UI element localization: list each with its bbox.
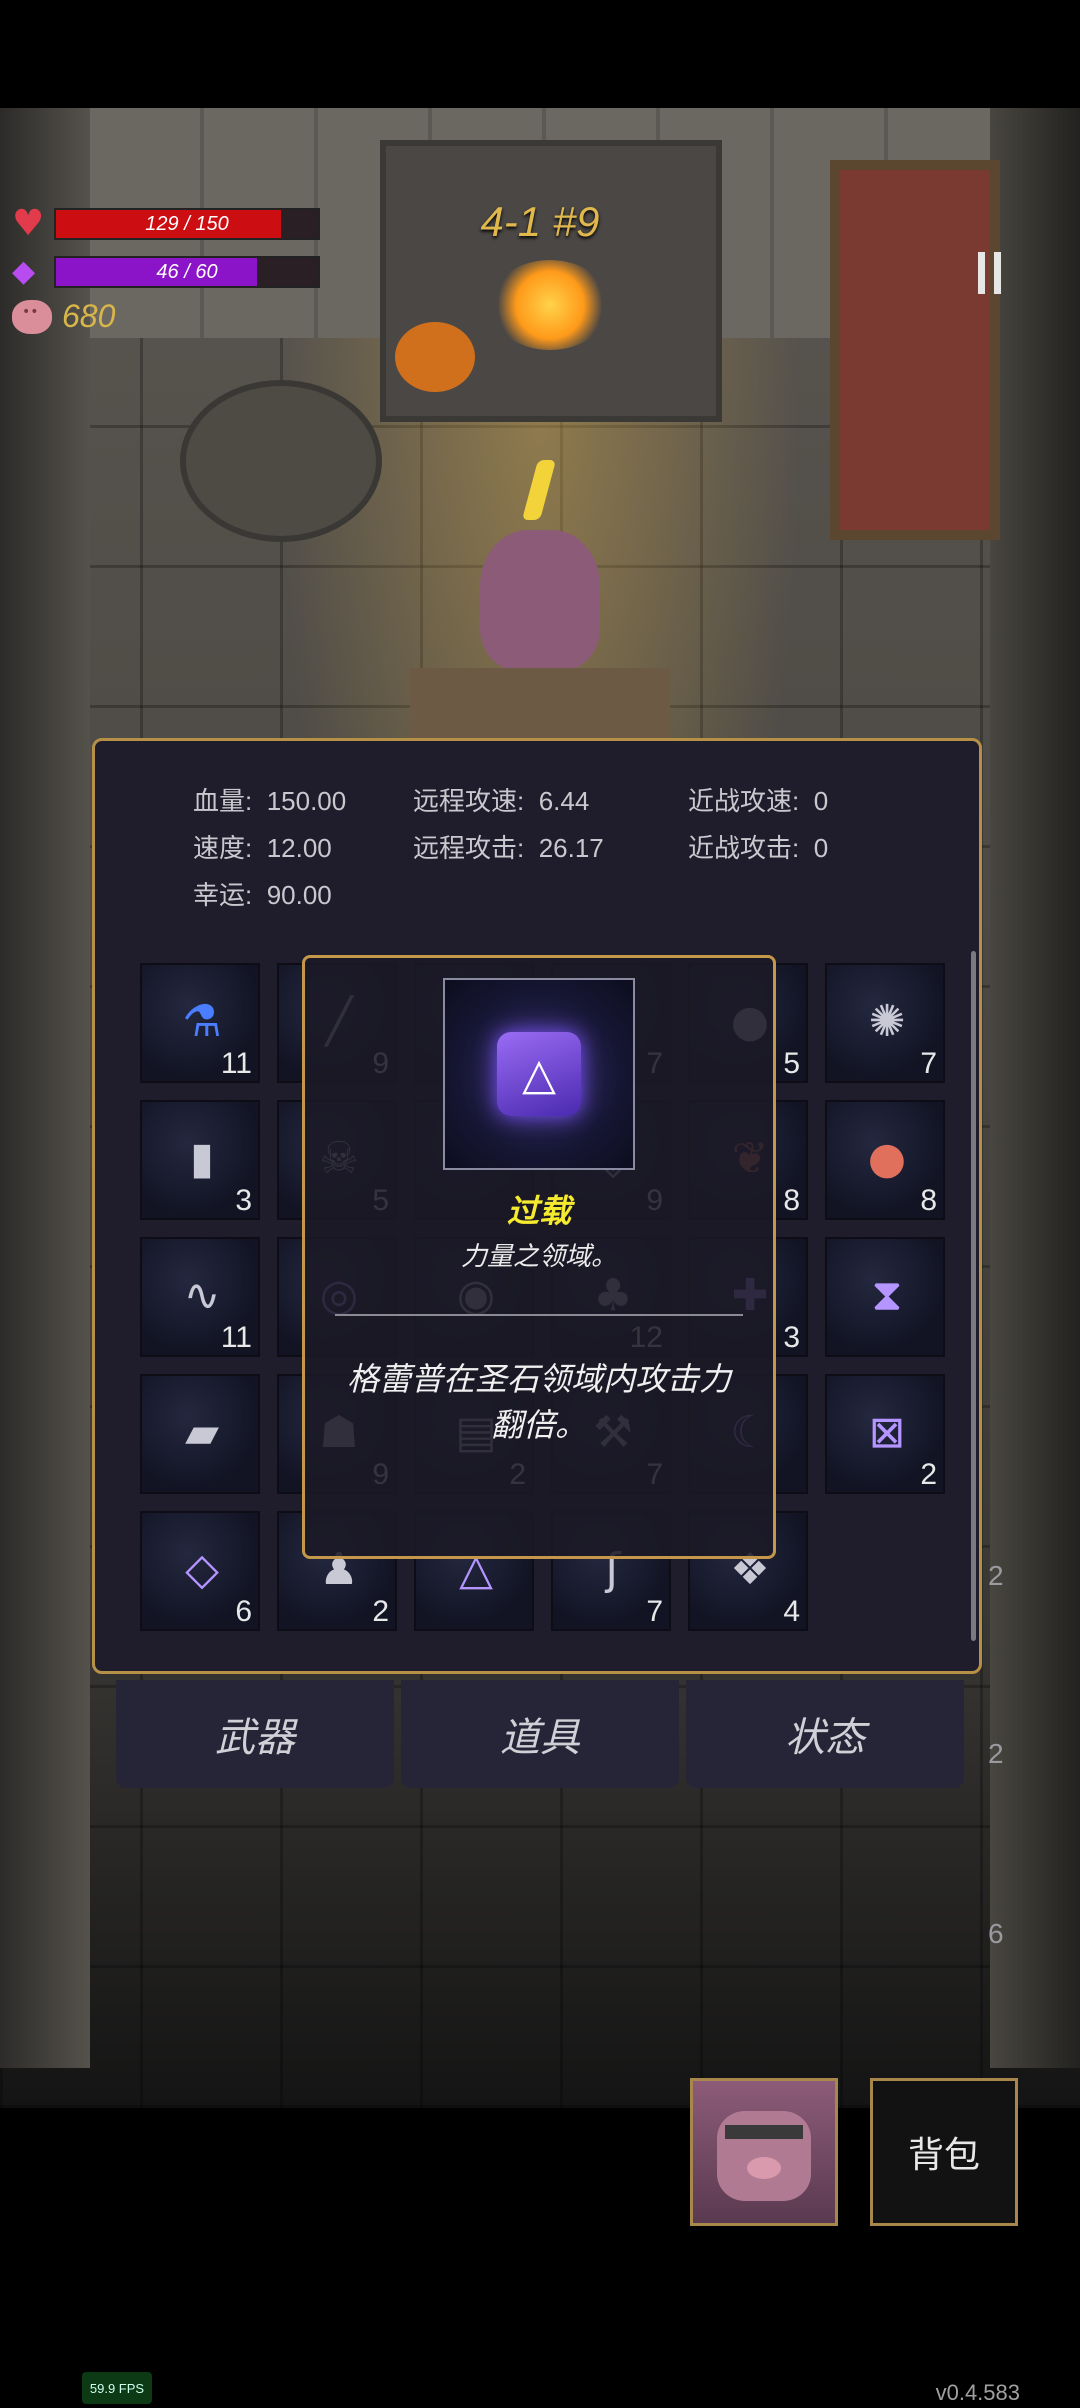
stat-ranged-speed: 远程攻速: 6.44 [413,786,590,816]
pig-portrait-icon [717,2111,811,2201]
slot-count: 8 [783,1184,800,1217]
inventory-scrollbar[interactable] [971,951,976,1641]
stat-melee-speed: 近战攻速: 0 [688,786,829,816]
fire [490,260,610,350]
stat-hp: 血量: 150.00 [193,786,347,816]
slot-count: 7 [646,1595,663,1628]
backpack-button[interactable]: 背包 [870,2078,1018,2226]
tooltip-divider [335,1314,743,1316]
blue-potion-icon: ⚗ [182,995,222,1047]
mp-bar: 46 / 60 [54,256,320,288]
character-portrait-button[interactable] [690,2078,838,2226]
level-label: 4-1 #9 [480,198,600,245]
bed [830,160,1000,540]
hp-row: 129 / 150 [12,208,320,240]
slot-count: 11 [220,1047,252,1080]
tooltip-description: 格蕾普在圣石领域内攻击力翻倍。 [346,1360,731,1444]
hp-text: 129 / 150 [145,213,229,235]
item-tooltip: △ 过载 力量之领域。 格蕾普在圣石领域内攻击力翻倍。 [302,955,776,1559]
diamond-rune-icon: ◇ [185,1543,219,1595]
tab-status[interactable]: 状态 [686,1680,964,1788]
pumpkin [395,322,475,392]
tooltip-item-name: 过载 [506,1192,571,1230]
gold-row: 680 [12,298,115,335]
slot-count: 11 [220,1321,252,1354]
tentacle-icon: ✺ [868,995,906,1047]
heart-icon [12,208,44,240]
shop-counter [410,668,670,738]
tab-weapon[interactable]: 武器 [116,1680,394,1788]
inventory-slot[interactable]: ⧗ [825,1237,945,1357]
stat-luck: 幸运: 90.00 [193,880,332,910]
inventory-slot[interactable]: ∿ 11 [140,1237,260,1357]
slot-count: 2 [372,1595,389,1628]
right-wall [990,108,1080,2068]
stat-speed: 速度: 12.00 [193,833,332,863]
triangle-rune-icon: △ [497,1032,581,1116]
slot-count: 5 [783,1047,800,1080]
hp-bar: 129 / 150 [54,208,320,240]
slot-count: 3 [235,1184,252,1217]
tab-items[interactable]: 道具 [401,1680,679,1788]
slot-count: 4 [783,1595,800,1628]
inventory-slot[interactable]: ▮ 3 [140,1100,260,1220]
cross-rune-icon: ⊠ [868,1406,906,1458]
stat-melee-attack: 近战攻击: 0 [688,833,829,863]
version-label: v0.4.583 [935,2380,1020,2405]
inventory-slot[interactable]: ✺ 7 [825,963,945,1083]
tablet-icon: ▮ [189,1132,215,1184]
tooltip-icon-frame: △ [443,978,635,1170]
stat-ranged-attack: 远程攻击: 26.17 [413,833,604,863]
pause-icon [978,252,985,294]
mp-row: 46 / 60 [12,256,320,288]
hourglass-rune-icon: ⧗ [871,1269,903,1321]
left-wall [0,108,90,2068]
inventory-slot[interactable]: ● 8 [825,1100,945,1220]
apple-icon: ● [867,1132,907,1184]
slot-count: 7 [920,1047,937,1080]
pig-npc[interactable] [480,530,600,670]
tooltip-subtitle: 力量之领域。 [460,1242,617,1272]
gold-count: 680 [62,298,116,334]
side-count: 6 [988,1918,1004,1949]
slot-count: 8 [920,1184,937,1217]
inventory-slot[interactable]: ⚗ 11 [140,963,260,1083]
slot-count: 2 [920,1458,937,1491]
pause-button[interactable] [950,240,1030,310]
inventory-slot[interactable]: ⊠ 2 [825,1374,945,1494]
pig-coin-icon [12,299,52,334]
round-table [180,380,382,542]
slot-count: 3 [783,1321,800,1354]
inventory-slot[interactable]: ▰ [140,1374,260,1494]
mp-text: 46 / 60 [156,261,218,283]
side-count: 2 [988,1560,1004,1591]
inventory-slot[interactable]: ◇ 6 [140,1511,260,1631]
mana-crystal-icon [12,256,44,288]
fps-counter: 59.9 FPS [82,2372,152,2404]
spellbook-icon: ▰ [185,1406,219,1458]
worm-icon: ∿ [183,1269,221,1321]
side-count: 2 [988,1738,1004,1769]
slot-count: 6 [235,1595,252,1628]
